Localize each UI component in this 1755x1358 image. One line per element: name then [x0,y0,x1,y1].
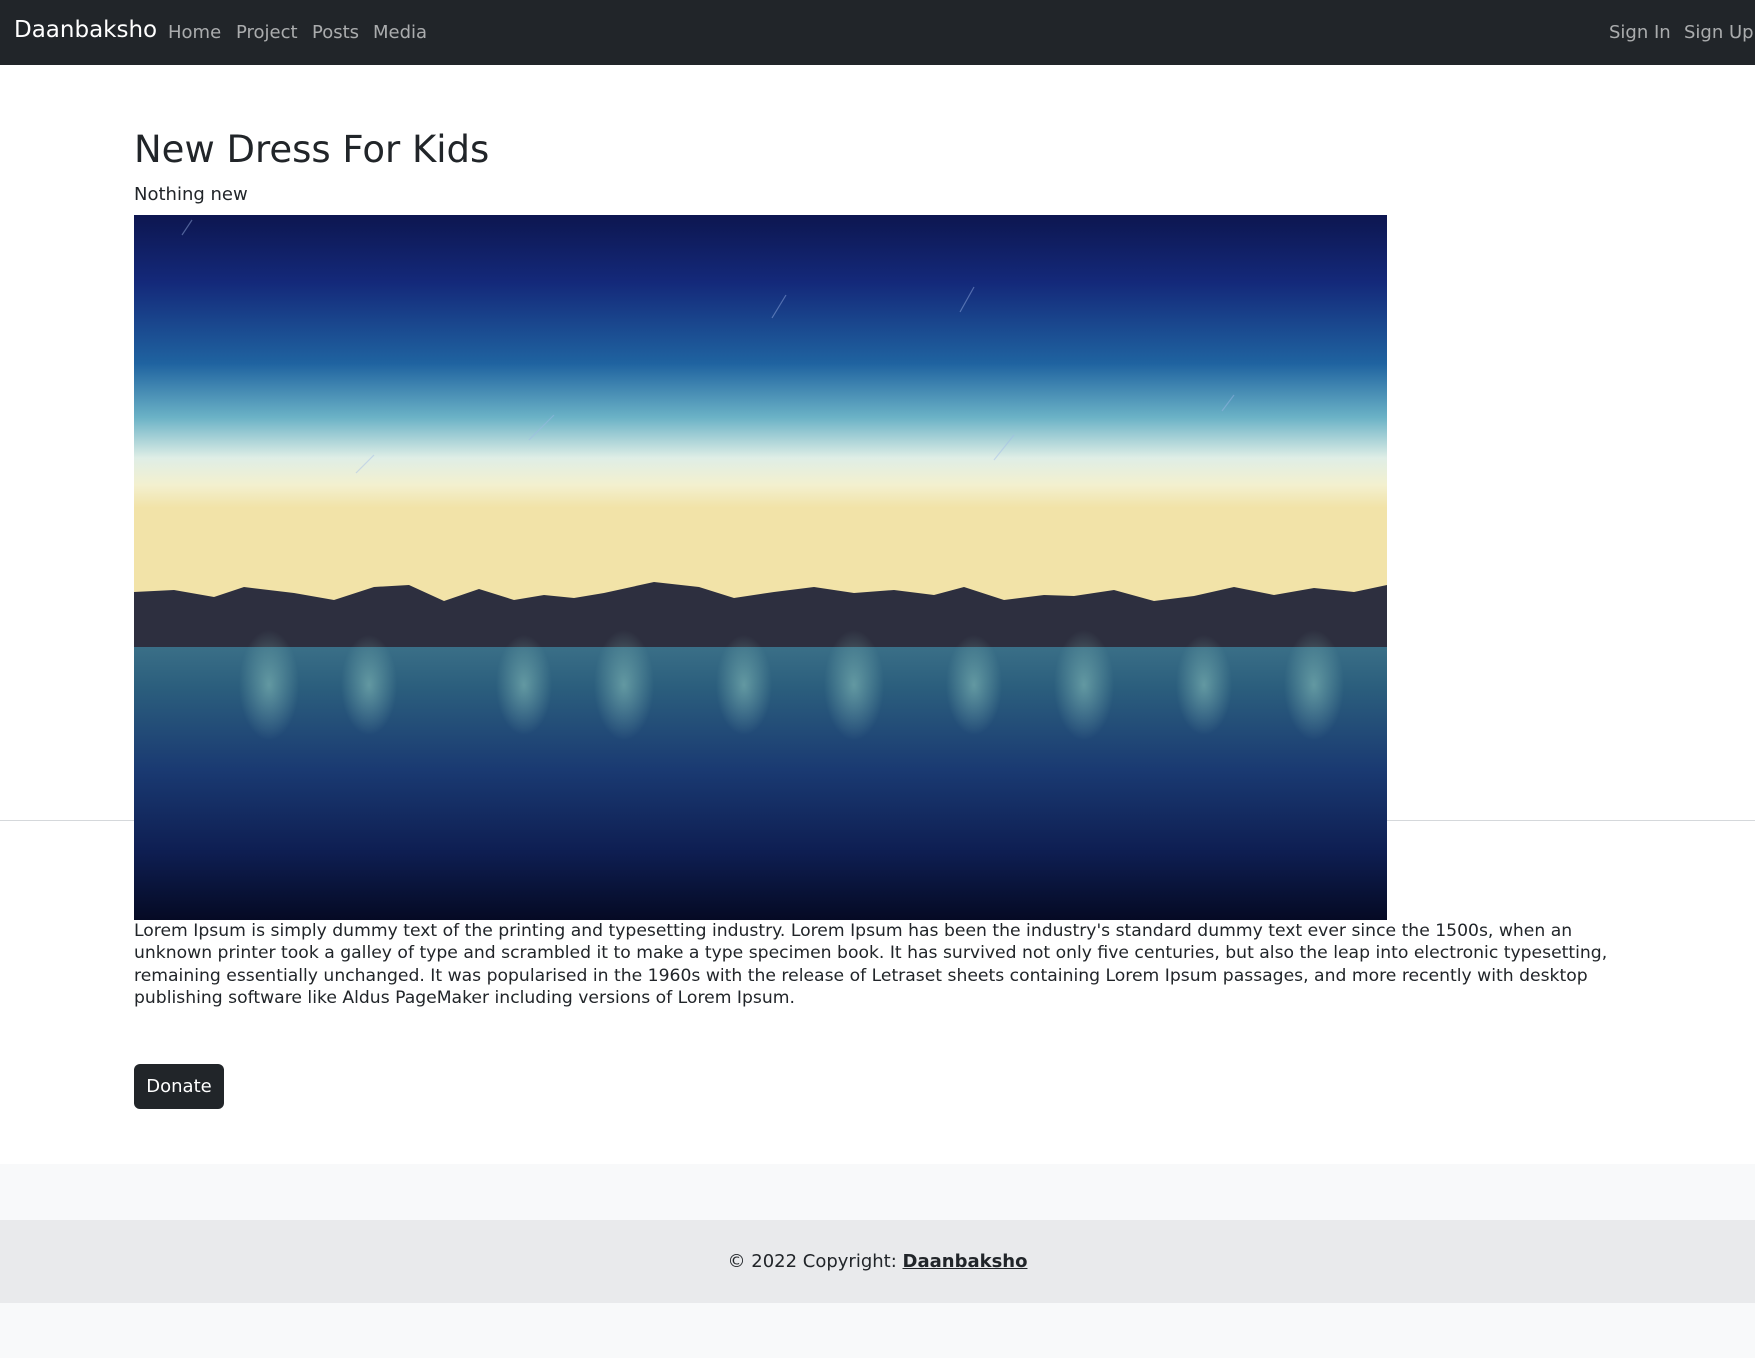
copyright-text: © 2022 Copyright: [727,1251,903,1272]
page-footer: © 2022 Copyright: Daanbaksho [0,1164,1755,1358]
donate-button[interactable]: Donate [134,1064,224,1109]
post-title: New Dress For Kids [134,128,490,171]
top-navbar: Daanbaksho Home Project Posts Media Sign… [0,0,1755,65]
post-image [134,215,1387,920]
post-subtitle: Nothing new [134,184,248,205]
sign-in-link[interactable]: Sign In [1609,22,1671,43]
nav-link-home[interactable]: Home [168,22,221,43]
brand-link[interactable]: Daanbaksho [14,17,157,43]
post-description: Lorem Ipsum is simply dummy text of the … [134,921,1608,1009]
nav-link-media[interactable]: Media [373,22,427,43]
nav-link-posts[interactable]: Posts [312,22,359,43]
sign-up-link[interactable]: Sign Up [1684,22,1754,43]
nav-link-project[interactable]: Project [236,22,298,43]
copyright-bar: © 2022 Copyright: Daanbaksho [0,1220,1755,1303]
copyright-link[interactable]: Daanbaksho [903,1251,1028,1272]
